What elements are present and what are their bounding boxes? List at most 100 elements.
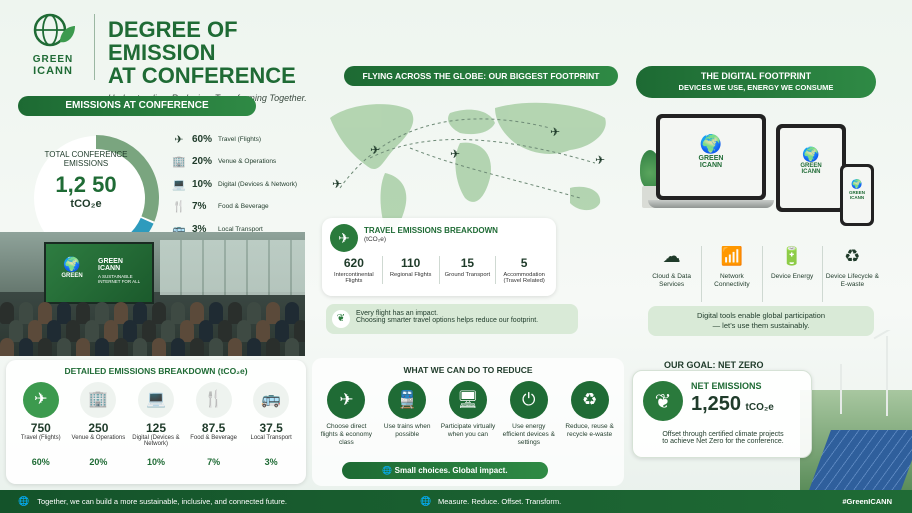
audience-member [190, 338, 204, 356]
legend-item: 🍴 7% Food & Beverage [170, 196, 310, 219]
detailed-label: Food & Beverage [190, 435, 237, 441]
net-emissions-unit: tCO₂e [745, 402, 774, 413]
logo-top-text: GREEN [32, 54, 74, 65]
detailed-label: Digital (Devices & Network) [132, 435, 180, 447]
travel-breakdown-card: ✈ TRAVEL EMISSIONS BREAKDOWN (tCO₂e) 620… [322, 218, 556, 296]
globe-leaf-icon: 🌍 [699, 134, 723, 154]
building-icon: 🏢 [80, 382, 117, 418]
travel-stats: 620 Intercontinental Flights 110 Regional F… [326, 256, 552, 284]
laptop-icon: 💻 [137, 382, 174, 418]
travel-stat: 5 Accommodation (Travel Related) [495, 256, 552, 284]
travel-stat-value: 620 [343, 256, 364, 270]
flights-banner: FLYING ACROSS THE GLOBE: OUR BIGGEST FOO… [344, 66, 618, 86]
tablet-device: 🌍 GREEN ICANN [776, 124, 846, 212]
audience-member [95, 338, 109, 356]
digital-item-label: Device Lifecycle & E-waste [825, 273, 879, 289]
cloud-icon: ☁ [662, 246, 681, 266]
leaf-icon: ❦ [643, 381, 683, 421]
detailed-value: 250 [88, 421, 109, 435]
digital-item: ☁ Cloud & Data Services [642, 246, 701, 302]
detailed-breakdown-card: DETAILED EMISSIONS BREAKDOWN (tCO₂e) ✈ 75… [6, 360, 306, 484]
detailed-value: 37.5 [259, 421, 283, 435]
legend-label: Food & Beverage [218, 203, 269, 211]
digital-item-label: Device Energy [770, 273, 814, 280]
net-emissions-value: 1,250 [691, 393, 742, 415]
detailed-title: DETAILED EMISSIONS BREAKDOWN (tCO₂e) [64, 366, 248, 376]
emissions-title: EMISSIONS AT CONFERENCE [18, 96, 256, 116]
reduce-item: ⏻ Use energy efficient devices & settings [501, 381, 557, 447]
conference-photo: 🌍 GREEN GREEN ICANN A SUSTAINABLE INTERN… [0, 232, 305, 356]
travel-stat-value: 110 [400, 256, 421, 270]
cutlery-icon: 🍴 [172, 201, 186, 214]
phone-device: 🌍 GREEN ICANN [840, 164, 874, 226]
globe-leaf-icon: 🌍 [802, 146, 820, 162]
svg-text:✈: ✈ [370, 143, 380, 157]
legend-item: ✈ 60% Travel (Flights) [170, 128, 310, 151]
plane-icon: ✈ [327, 381, 366, 419]
svg-text:✈: ✈ [450, 147, 460, 161]
legend-label: Travel (Flights) [218, 135, 262, 143]
digital-item: ♻ Device Lifecycle & E-waste [821, 246, 882, 302]
travel-stat-label: Regional Flights [389, 272, 432, 278]
globe-icon: 🌐 [382, 466, 393, 475]
detailed-label: Travel (Flights) [20, 435, 61, 441]
travel-stat-label: Accommodation (Travel Related) [503, 272, 545, 284]
audience [0, 292, 305, 356]
travel-stat: 110 Regional Flights [381, 256, 439, 284]
audience-member [171, 338, 185, 356]
reduce-item-label: Participate virtually when you can [440, 423, 496, 439]
detailed-item: 💻 125 Digital (Devices & Network) 10% [129, 382, 183, 467]
detailed-label: Local Transport [250, 435, 292, 441]
legend-item: 💻 10% Digital (Devices & Network) [170, 173, 310, 196]
bus-icon: 🚌 [253, 382, 290, 418]
emissions-legend: ✈ 60% Travel (Flights) 🏢 20% Venue & Operatio… [170, 128, 310, 241]
audience-member [57, 338, 71, 356]
legend-pct: 20% [192, 156, 213, 168]
audience-member [209, 338, 223, 356]
logo: GREEN ICANN [22, 8, 84, 86]
footer: 🌐 Together, we can build a more sustaina… [0, 490, 912, 513]
audience-member [0, 338, 14, 356]
logo-bottom-text: ICANN [33, 65, 73, 77]
footer-hashtag: #GreenICANN [842, 497, 892, 506]
globe-icon: 🌐 [420, 496, 432, 506]
travel-stat-label: Ground Transport [444, 272, 491, 278]
globe-leaf-icon [33, 13, 75, 47]
header: GREEN ICANN DEGREE OF EMISSION AT CONFER… [0, 0, 340, 103]
cutlery-icon: 🍴 [195, 382, 232, 418]
detailed-item: 🍴 87.5 Food & Beverage 7% [187, 382, 241, 467]
wifi-icon: 📶 [720, 246, 744, 266]
reduce-title: WHAT WE CAN DO TO REDUCE [403, 365, 533, 375]
solar-landscape [800, 330, 912, 490]
legend-label: Digital (Devices & Network) [218, 180, 298, 188]
digital-item: 📶 Network Connectivity [701, 246, 761, 302]
video-call-icon: 🖥 [448, 381, 487, 419]
goal-title: OUR GOAL: NET ZERO [664, 360, 764, 370]
laptop-device: 🌍 GREEN ICANN [648, 114, 774, 238]
audience-member [76, 338, 90, 356]
digital-item-label: Network Connectivity [714, 273, 750, 289]
footer-middle-text: Measure. Reduce. Offset. Transform. [438, 497, 562, 506]
legend-item: 🏢 20% Venue & Operations [170, 151, 310, 174]
reduce-item-label: Use energy efficient devices & settings [502, 423, 555, 447]
digital-item: 🔋 Device Energy [761, 246, 822, 302]
audience-member [247, 338, 261, 356]
net-emissions-label: NET EMISSIONS [691, 381, 762, 391]
audience-member [133, 338, 147, 356]
detailed-value: 87.5 [201, 421, 226, 435]
globe-icon: 🌐 [18, 496, 30, 506]
travel-stat-value: 15 [460, 256, 475, 270]
detailed-pct: 10% [146, 457, 165, 467]
travel-stat: 15 Ground Transport [438, 256, 496, 284]
world-map: ✈ ✈ ✈ ✈ ✈ [330, 102, 606, 232]
detailed-label: Venue & Operations [71, 435, 126, 441]
reduce-items: ✈ Choose direct flights & economy class 🚆 U… [312, 381, 624, 447]
legend-pct: 60% [192, 133, 213, 145]
power-monitor-icon: ⏻ [509, 381, 548, 419]
svg-text:✈: ✈ [332, 177, 342, 191]
detailed-item: ✈ 750 Travel (Flights) 60% [14, 382, 68, 467]
detailed-value: 750 [30, 421, 51, 435]
digital-banner: THE DIGITAL FOOTPRINT DEVICES WE USE, EN… [636, 66, 876, 98]
leaf-icon: 🌍 [63, 256, 81, 272]
audience-member [152, 338, 166, 356]
